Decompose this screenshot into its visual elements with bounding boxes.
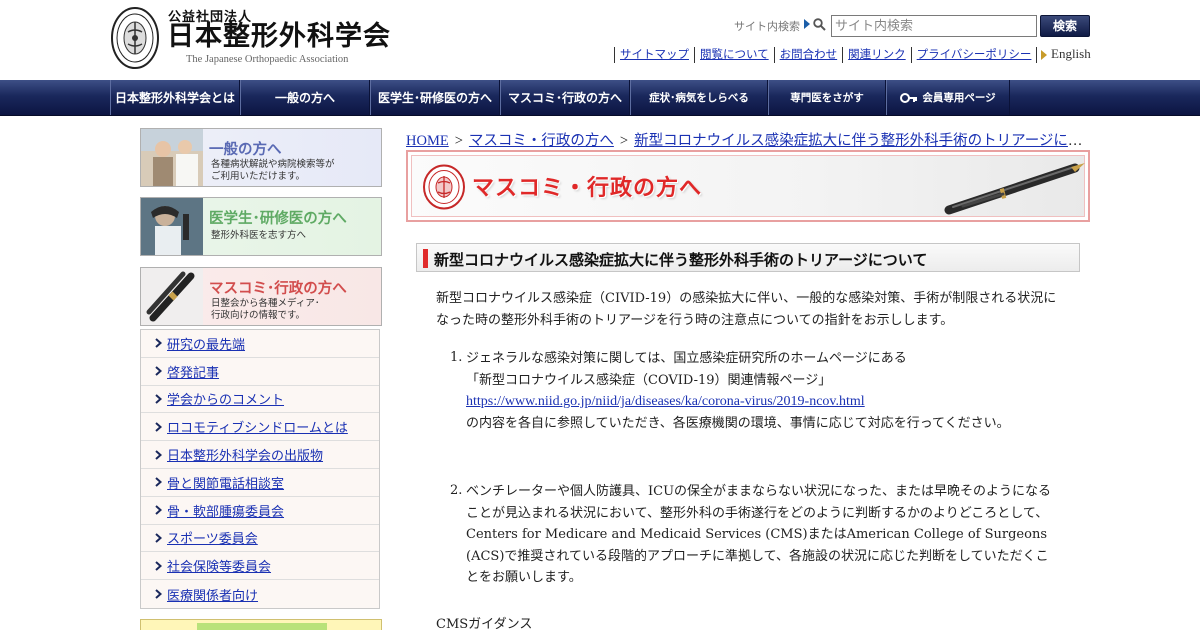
association-seal-logo[interactable] xyxy=(110,6,160,70)
search-input[interactable] xyxy=(831,15,1037,37)
sidebar-promo-banner[interactable] xyxy=(140,619,382,630)
banner-students[interactable]: 医学生･研修医の方へ 整形外科医を志す方へ xyxy=(140,197,382,256)
english-label: English xyxy=(1051,46,1091,61)
nav-general[interactable]: 一般の方へ xyxy=(240,80,370,115)
breadcrumb-home[interactable]: HOME xyxy=(406,133,449,149)
chevron-right-icon xyxy=(155,394,162,404)
sidebar-item-comments[interactable]: 学会からのコメント xyxy=(141,386,379,414)
nav-students[interactable]: 医学生･研修医の方へ xyxy=(370,80,500,115)
search-button[interactable]: 検索 xyxy=(1040,15,1090,37)
banner-general-public[interactable]: 一般の方へ 各種病状解説や病院検索等が ご利用いただけます。 xyxy=(140,128,382,187)
english-link[interactable]: English xyxy=(1041,46,1091,62)
chevron-right-icon xyxy=(155,366,162,376)
fountain-pen-illustration xyxy=(944,163,1085,215)
banner-students-title: 医学生･研修医の方へ xyxy=(209,211,347,227)
banner-media[interactable]: マスコミ･行政の方へ 日整会から各種メディア･ 行政向けの情報です。 xyxy=(140,267,382,326)
nav-media[interactable]: マスコミ･行政の方へ xyxy=(500,80,630,115)
banner-students-desc: 整形外科医を志す方へ xyxy=(211,230,307,241)
breadcrumb-separator: > xyxy=(454,133,463,149)
site-header: 公益社団法人 日本整形外科学会 The Japanese Orthopaedic… xyxy=(0,0,1200,80)
chevron-right-icon xyxy=(155,561,162,571)
sidebar-item-phone-consult[interactable]: 骨と関節電話相談室 xyxy=(141,469,379,497)
page-title: マスコミ・行政の方へ xyxy=(472,176,703,201)
utility-links: サイトマップ 閲覧について お問合わせ 関連リンク プライバシーポリシー xyxy=(614,47,1038,63)
sidebar-menu: 研究の最先端 啓発記事 学会からのコメント ロコモティブシンドロームとは 日本整… xyxy=(140,329,380,609)
list-item: ベンチレーターや個人防護具、ICUの保全がままならない状況になった、または早晩そ… xyxy=(466,484,1052,585)
contact-link[interactable]: お問合わせ xyxy=(773,47,843,63)
cms-guidance-heading: CMSガイダンス xyxy=(436,617,533,630)
list-item-number: 2. xyxy=(450,483,463,498)
nav-find-specialist[interactable]: 専門医をさがす xyxy=(768,80,886,115)
search-label: サイト内検索 xyxy=(734,20,800,33)
list-item-text: 「新型コロナウイルス感染症（COVID-19）関連情報ページ」 xyxy=(466,372,832,388)
list-item-text: ジェネラルな感染対策に関しては、国立感染症研究所のホームページにある xyxy=(466,351,907,366)
banner-general-desc-1: 各種病状解説や病院検索等が xyxy=(211,159,335,170)
sidebar-item-insurance-committee[interactable]: 社会保険等委員会 xyxy=(141,552,379,581)
related-links-link[interactable]: 関連リンク xyxy=(842,47,911,63)
sidebar-item-tumor-committee[interactable]: 骨・軟部腫瘍委員会 xyxy=(141,497,379,525)
browsing-info-link[interactable]: 閲覧について xyxy=(694,47,774,63)
chevron-right-icon xyxy=(155,338,162,349)
sidebar-item-label[interactable]: 医療関係者向け xyxy=(167,585,258,604)
banner-general-title: 一般の方へ xyxy=(209,142,282,158)
privacy-policy-link[interactable]: プライバシーポリシー xyxy=(910,47,1038,63)
breadcrumb-section[interactable]: マスコミ・行政の方へ xyxy=(469,133,614,149)
nav-members-label: 会員専用ページ xyxy=(922,92,996,104)
breadcrumb-current[interactable]: 新型コロナウイルス感染症拡大に伴う整形外科手術のトリアージについて xyxy=(634,133,1090,149)
banner-media-title: マスコミ･行政の方へ xyxy=(209,281,347,297)
chevron-right-icon xyxy=(155,589,162,599)
sidebar-item-label[interactable]: 骨・軟部腫瘍委員会 xyxy=(167,501,284,520)
banner-media-desc-1: 日整会から各種メディア･ xyxy=(211,298,320,309)
chevron-right-icon xyxy=(155,533,162,543)
sidebar-item-medical-staff[interactable]: 医療関係者向け xyxy=(141,580,379,608)
sidebar-item-label[interactable]: 啓発記事 xyxy=(167,362,219,381)
search-icon xyxy=(813,18,826,31)
sidebar-item-label[interactable]: 骨と関節電話相談室 xyxy=(167,473,284,492)
nav-about[interactable]: 日本整形外科学会とは xyxy=(110,80,240,115)
sidebar-item-label[interactable]: 社会保険等委員会 xyxy=(167,556,271,575)
list-item: ジェネラルな感染対策に関しては、国立感染症研究所のホームページにある 「新型コロ… xyxy=(466,348,1056,434)
microscope-student-photo xyxy=(141,198,203,255)
search-arrow-icon xyxy=(804,19,810,29)
chevron-right-icon xyxy=(155,449,162,460)
sidebar-item-publications[interactable]: 日本整形外科学会の出版物 xyxy=(141,441,379,469)
sidebar-item-locomotive[interactable]: ロコモティブシンドロームとは xyxy=(141,413,379,442)
chevron-right-icon xyxy=(155,505,162,515)
fountain-pen-photo xyxy=(141,268,203,325)
list-item-text: の内容を各自に参照していただき、各医療機関の環境、事情に応じて対応を行ってくださ… xyxy=(466,415,1010,431)
sitemap-link[interactable]: サイトマップ xyxy=(614,47,694,63)
doctor-patient-photo xyxy=(141,129,203,186)
sidebar-item-sports-committee[interactable]: スポーツ委員会 xyxy=(141,525,379,553)
site-title[interactable]: 日本整形外科学会 xyxy=(167,20,391,54)
key-icon xyxy=(900,92,918,103)
sidebar-item-research[interactable]: 研究の最先端 xyxy=(141,330,379,358)
nav-symptoms[interactable]: 症状･病気をしらべる xyxy=(630,80,768,115)
chevron-right-icon xyxy=(155,422,162,432)
sidebar-item-label[interactable]: ロコモティブシンドロームとは xyxy=(167,417,348,436)
niid-covid-link[interactable]: https://www.niid.go.jp/niid/ja/diseases/… xyxy=(466,394,865,409)
main-navigation: 日本整形外科学会とは 一般の方へ 医学生･研修医の方へ マスコミ･行政の方へ 症… xyxy=(0,80,1200,116)
article-intro: 新型コロナウイルス感染症（CIVID-19）の感染拡大に伴い、一般的な感染対策、… xyxy=(436,291,1057,328)
article-title: 新型コロナウイルス感染症拡大に伴う整形外科手術のトリアージについて xyxy=(434,251,928,269)
sidebar-item-label[interactable]: 研究の最先端 xyxy=(167,334,245,353)
sidebar-item-label[interactable]: 学会からのコメント xyxy=(167,389,284,408)
site-title-english: The Japanese Orthopaedic Association xyxy=(186,54,349,65)
arrow-right-icon xyxy=(1041,50,1047,61)
heading-accent-bar xyxy=(423,249,428,268)
article-heading: 新型コロナウイルス感染症拡大に伴う整形外科手術のトリアージについて xyxy=(416,243,1080,272)
sidebar-item-label[interactable]: 日本整形外科学会の出版物 xyxy=(167,445,323,464)
banner-media-desc-2: 行政向けの情報です。 xyxy=(211,310,306,321)
page-banner: マスコミ・行政の方へ xyxy=(406,150,1090,222)
sidebar-item-label[interactable]: スポーツ委員会 xyxy=(167,528,258,547)
red-seal-logo xyxy=(423,164,465,210)
sidebar-item-articles[interactable]: 啓発記事 xyxy=(141,358,379,386)
breadcrumb-separator: > xyxy=(619,133,629,149)
nav-members[interactable]: 会員専用ページ xyxy=(886,80,1010,115)
promo-strip xyxy=(197,623,327,630)
breadcrumb: HOME > マスコミ・行政の方へ > 新型コロナウイルス感染症拡大に伴う整形外科手術の… xyxy=(406,129,1090,150)
banner-general-desc-2: ご利用いただけます。 xyxy=(211,171,306,182)
list-item-number: 1. xyxy=(450,350,463,365)
chevron-right-icon xyxy=(155,477,162,488)
